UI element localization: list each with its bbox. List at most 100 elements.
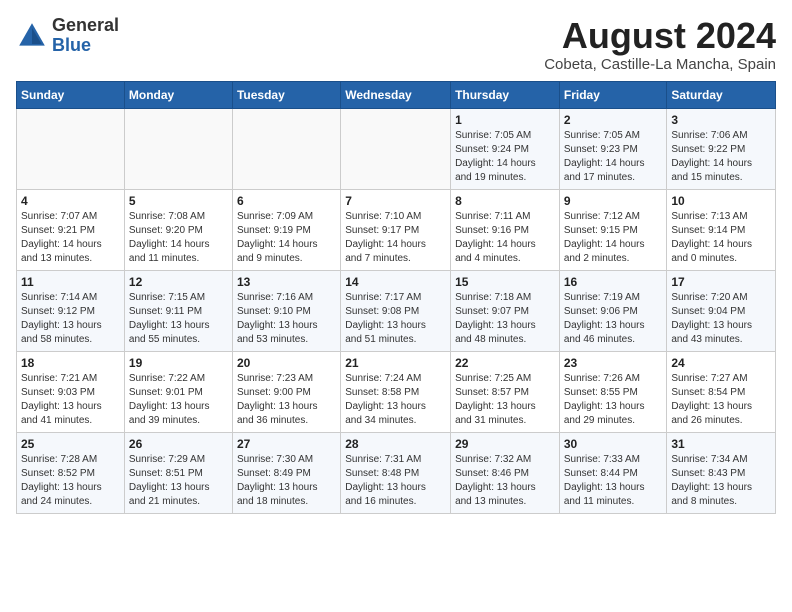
day-number: 20 bbox=[237, 356, 336, 370]
day-number: 24 bbox=[671, 356, 771, 370]
day-number: 16 bbox=[564, 275, 663, 289]
calendar-week-row: 25 Sunrise: 7:28 AMSunset: 8:52 PMDayligh… bbox=[17, 432, 776, 513]
weekday-header-friday: Friday bbox=[559, 81, 667, 108]
day-number: 25 bbox=[21, 437, 120, 451]
calendar-week-row: 4Sunrise: 7:07 AMSunset: 9:21 PMDaylight… bbox=[17, 189, 776, 270]
calendar-week-row: 11Sunrise: 7:14 AMSunset: 9:12 PMDayligh… bbox=[17, 270, 776, 351]
calendar-cell: 20 Sunrise: 7:23 AMSunset: 9:00 PMDayligh… bbox=[232, 351, 340, 432]
calendar-cell: 24 Sunrise: 7:27 AMSunset: 8:54 PMDayligh… bbox=[667, 351, 776, 432]
day-info: Sunrise: 7:05 AMSunset: 9:24 PMDaylight:… bbox=[455, 129, 555, 185]
calendar-cell: 4Sunrise: 7:07 AMSunset: 9:21 PMDaylight… bbox=[17, 189, 125, 270]
day-number: 2 bbox=[564, 113, 663, 127]
calendar-cell bbox=[17, 108, 125, 189]
weekday-header-monday: Monday bbox=[124, 81, 232, 108]
page-header: General Blue August 2024 Cobeta, Castill… bbox=[16, 16, 776, 73]
day-info: Sunrise: 7:18 AMSunset: 9:07 PMDaylight:… bbox=[455, 291, 555, 347]
day-number: 23 bbox=[564, 356, 663, 370]
day-info: Sunrise: 7:09 AMSunset: 9:19 PMDaylight:… bbox=[237, 210, 336, 266]
day-number: 30 bbox=[564, 437, 663, 451]
weekday-header-tuesday: Tuesday bbox=[232, 81, 340, 108]
day-info: Sunrise: 7:10 AMSunset: 9:17 PMDaylight:… bbox=[345, 210, 446, 266]
calendar-cell: 19 Sunrise: 7:22 AMSunset: 9:01 PMDayligh… bbox=[124, 351, 232, 432]
day-info: Sunrise: 7:22 AMSunset: 9:01 PMDaylight:… bbox=[129, 372, 228, 428]
calendar-table: SundayMondayTuesdayWednesdayThursdayFrid… bbox=[16, 81, 776, 514]
calendar-cell: 31 Sunrise: 7:34 AMSunset: 8:43 PMDayligh… bbox=[667, 432, 776, 513]
calendar-cell: 29 Sunrise: 7:32 AMSunset: 8:46 PMDayligh… bbox=[451, 432, 560, 513]
day-info: Sunrise: 7:17 AMSunset: 9:08 PMDaylight:… bbox=[345, 291, 446, 347]
day-info: Sunrise: 7:08 AMSunset: 9:20 PMDaylight:… bbox=[129, 210, 228, 266]
day-number: 6 bbox=[237, 194, 336, 208]
calendar-cell: 5 Sunrise: 7:08 AMSunset: 9:20 PMDaylight… bbox=[124, 189, 232, 270]
day-number: 7 bbox=[345, 194, 446, 208]
day-info: Sunrise: 7:28 AMSunset: 8:52 PMDaylight:… bbox=[21, 453, 120, 509]
day-number: 18 bbox=[21, 356, 120, 370]
calendar-cell: 21 Sunrise: 7:24 AMSunset: 8:58 PMDayligh… bbox=[341, 351, 451, 432]
calendar-cell: 13 Sunrise: 7:16 AMSunset: 9:10 PMDayligh… bbox=[232, 270, 340, 351]
calendar-cell: 18 Sunrise: 7:21 AMSunset: 9:03 PMDayligh… bbox=[17, 351, 125, 432]
calendar-cell: 15 Sunrise: 7:18 AMSunset: 9:07 PMDayligh… bbox=[451, 270, 560, 351]
day-number: 10 bbox=[671, 194, 771, 208]
logo-text-general: General bbox=[52, 16, 119, 36]
day-info: Sunrise: 7:24 AMSunset: 8:58 PMDaylight:… bbox=[345, 372, 446, 428]
day-number: 27 bbox=[237, 437, 336, 451]
day-info: Sunrise: 7:30 AMSunset: 8:49 PMDaylight:… bbox=[237, 453, 336, 509]
day-info: Sunrise: 7:25 AMSunset: 8:57 PMDaylight:… bbox=[455, 372, 555, 428]
day-info: Sunrise: 7:06 AMSunset: 9:22 PMDaylight:… bbox=[671, 129, 771, 185]
day-number: 8 bbox=[455, 194, 555, 208]
day-number: 13 bbox=[237, 275, 336, 289]
day-info: Sunrise: 7:23 AMSunset: 9:00 PMDaylight:… bbox=[237, 372, 336, 428]
calendar-cell: 14 Sunrise: 7:17 AMSunset: 9:08 PMDayligh… bbox=[341, 270, 451, 351]
day-info: Sunrise: 7:31 AMSunset: 8:48 PMDaylight:… bbox=[345, 453, 446, 509]
calendar-cell: 8 Sunrise: 7:11 AMSunset: 9:16 PMDaylight… bbox=[451, 189, 560, 270]
day-number: 17 bbox=[671, 275, 771, 289]
calendar-cell: 16 Sunrise: 7:19 AMSunset: 9:06 PMDayligh… bbox=[559, 270, 667, 351]
weekday-header-saturday: Saturday bbox=[667, 81, 776, 108]
day-info: Sunrise: 7:13 AMSunset: 9:14 PMDaylight:… bbox=[671, 210, 771, 266]
calendar-cell: 22 Sunrise: 7:25 AMSunset: 8:57 PMDayligh… bbox=[451, 351, 560, 432]
day-number: 12 bbox=[129, 275, 228, 289]
calendar-cell: 10 Sunrise: 7:13 AMSunset: 9:14 PMDayligh… bbox=[667, 189, 776, 270]
calendar-cell: 9Sunrise: 7:12 AMSunset: 9:15 PMDaylight… bbox=[559, 189, 667, 270]
day-number: 3 bbox=[671, 113, 771, 127]
logo: General Blue bbox=[16, 16, 119, 56]
calendar-cell: 2 Sunrise: 7:05 AMSunset: 9:23 PMDaylight… bbox=[559, 108, 667, 189]
day-number: 21 bbox=[345, 356, 446, 370]
day-number: 14 bbox=[345, 275, 446, 289]
calendar-cell bbox=[124, 108, 232, 189]
day-info: Sunrise: 7:14 AMSunset: 9:12 PMDaylight:… bbox=[21, 291, 120, 347]
day-number: 26 bbox=[129, 437, 228, 451]
calendar-cell: 6 Sunrise: 7:09 AMSunset: 9:19 PMDaylight… bbox=[232, 189, 340, 270]
day-info: Sunrise: 7:11 AMSunset: 9:16 PMDaylight:… bbox=[455, 210, 555, 266]
day-number: 19 bbox=[129, 356, 228, 370]
calendar-cell: 11Sunrise: 7:14 AMSunset: 9:12 PMDayligh… bbox=[17, 270, 125, 351]
day-number: 15 bbox=[455, 275, 555, 289]
calendar-cell: 1 Sunrise: 7:05 AMSunset: 9:24 PMDaylight… bbox=[451, 108, 560, 189]
calendar-cell: 26 Sunrise: 7:29 AMSunset: 8:51 PMDayligh… bbox=[124, 432, 232, 513]
logo-icon bbox=[16, 20, 48, 52]
day-number: 1 bbox=[455, 113, 555, 127]
day-info: Sunrise: 7:26 AMSunset: 8:55 PMDaylight:… bbox=[564, 372, 663, 428]
day-info: Sunrise: 7:16 AMSunset: 9:10 PMDaylight:… bbox=[237, 291, 336, 347]
day-info: Sunrise: 7:05 AMSunset: 9:23 PMDaylight:… bbox=[564, 129, 663, 185]
calendar-cell: 12Sunrise: 7:15 AMSunset: 9:11 PMDayligh… bbox=[124, 270, 232, 351]
day-number: 29 bbox=[455, 437, 555, 451]
day-number: 28 bbox=[345, 437, 446, 451]
day-number: 5 bbox=[129, 194, 228, 208]
day-number: 9 bbox=[564, 194, 663, 208]
day-info: Sunrise: 7:29 AMSunset: 8:51 PMDaylight:… bbox=[129, 453, 228, 509]
calendar-cell: 28 Sunrise: 7:31 AMSunset: 8:48 PMDayligh… bbox=[341, 432, 451, 513]
day-info: Sunrise: 7:21 AMSunset: 9:03 PMDaylight:… bbox=[21, 372, 120, 428]
day-info: Sunrise: 7:27 AMSunset: 8:54 PMDaylight:… bbox=[671, 372, 771, 428]
calendar-week-row: 1 Sunrise: 7:05 AMSunset: 9:24 PMDaylight… bbox=[17, 108, 776, 189]
day-number: 31 bbox=[671, 437, 771, 451]
day-info: Sunrise: 7:20 AMSunset: 9:04 PMDaylight:… bbox=[671, 291, 771, 347]
calendar-cell: 25 Sunrise: 7:28 AMSunset: 8:52 PMDayligh… bbox=[17, 432, 125, 513]
calendar-cell: 3 Sunrise: 7:06 AMSunset: 9:22 PMDaylight… bbox=[667, 108, 776, 189]
day-info: Sunrise: 7:34 AMSunset: 8:43 PMDaylight:… bbox=[671, 453, 771, 509]
day-info: Sunrise: 7:32 AMSunset: 8:46 PMDaylight:… bbox=[455, 453, 555, 509]
day-number: 4 bbox=[21, 194, 120, 208]
day-info: Sunrise: 7:19 AMSunset: 9:06 PMDaylight:… bbox=[564, 291, 663, 347]
day-number: 22 bbox=[455, 356, 555, 370]
title-area: August 2024 Cobeta, Castille-La Mancha, … bbox=[544, 16, 776, 73]
logo-text-blue: Blue bbox=[52, 36, 119, 56]
